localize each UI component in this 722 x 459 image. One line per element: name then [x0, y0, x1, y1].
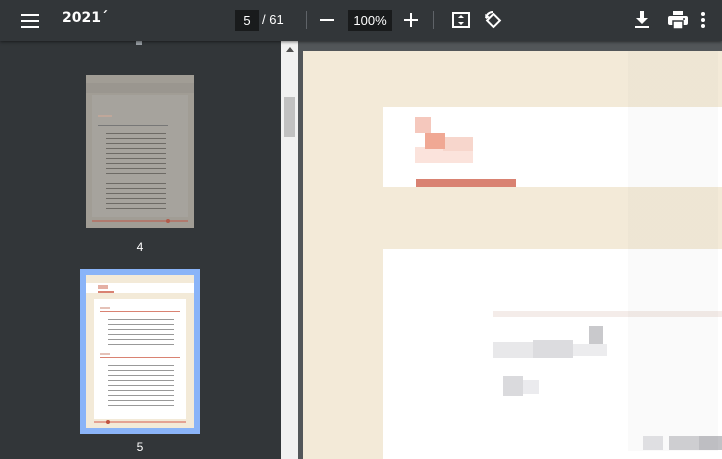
scroll-up-button[interactable] [281, 41, 298, 58]
hamburger-menu-icon [21, 14, 39, 28]
document-viewer[interactable] [298, 41, 722, 459]
scrollbar-thumb[interactable] [284, 97, 295, 137]
zoom-out-button[interactable] [316, 8, 338, 32]
previous-thumbnail-label-fragment [136, 41, 142, 45]
toolbar-divider [306, 11, 307, 29]
thumbnail-page-4-label: 4 [136, 240, 144, 254]
thumbnail-page-5[interactable]: 5 [80, 269, 200, 454]
thumbnail-page-4-image [86, 75, 194, 228]
document-title: 2021´ [62, 10, 108, 26]
fit-to-page-icon [452, 12, 470, 28]
thumbnail-sidebar: 4 5 [0, 41, 281, 459]
more-actions-button[interactable] [693, 8, 713, 32]
plus-icon [404, 13, 418, 27]
thumbnail-page-4[interactable]: 4 [86, 75, 194, 254]
download-icon [635, 11, 649, 28]
watermark-shape [628, 51, 718, 451]
zoom-in-button[interactable] [400, 8, 422, 32]
menu-button[interactable] [16, 8, 44, 34]
heading-underline [416, 179, 516, 187]
rotate-icon [485, 10, 502, 29]
download-button[interactable] [630, 8, 654, 32]
body-text-mosaic-2 [503, 376, 543, 396]
triangle-up-icon [285, 47, 294, 52]
sidebar-scrollbar[interactable] [281, 41, 298, 459]
page-heading-mosaic [415, 117, 475, 167]
page-number-input[interactable] [235, 10, 259, 31]
page-total: / 61 [262, 12, 284, 27]
more-vertical-icon [701, 12, 705, 28]
pdf-toolbar: 2021´ / 61 [0, 0, 722, 41]
toolbar-divider [433, 11, 434, 29]
body-text-mosaic [493, 326, 613, 366]
thumbnail-page-5-label: 5 [136, 440, 144, 454]
fit-to-page-button[interactable] [449, 8, 473, 32]
print-button[interactable] [666, 8, 690, 32]
rotate-button[interactable] [481, 8, 505, 32]
document-page [303, 51, 722, 459]
zoom-level-input[interactable] [348, 10, 392, 31]
thumbnail-page-5-image [86, 275, 194, 428]
minus-icon [320, 19, 334, 21]
print-icon [668, 11, 688, 29]
